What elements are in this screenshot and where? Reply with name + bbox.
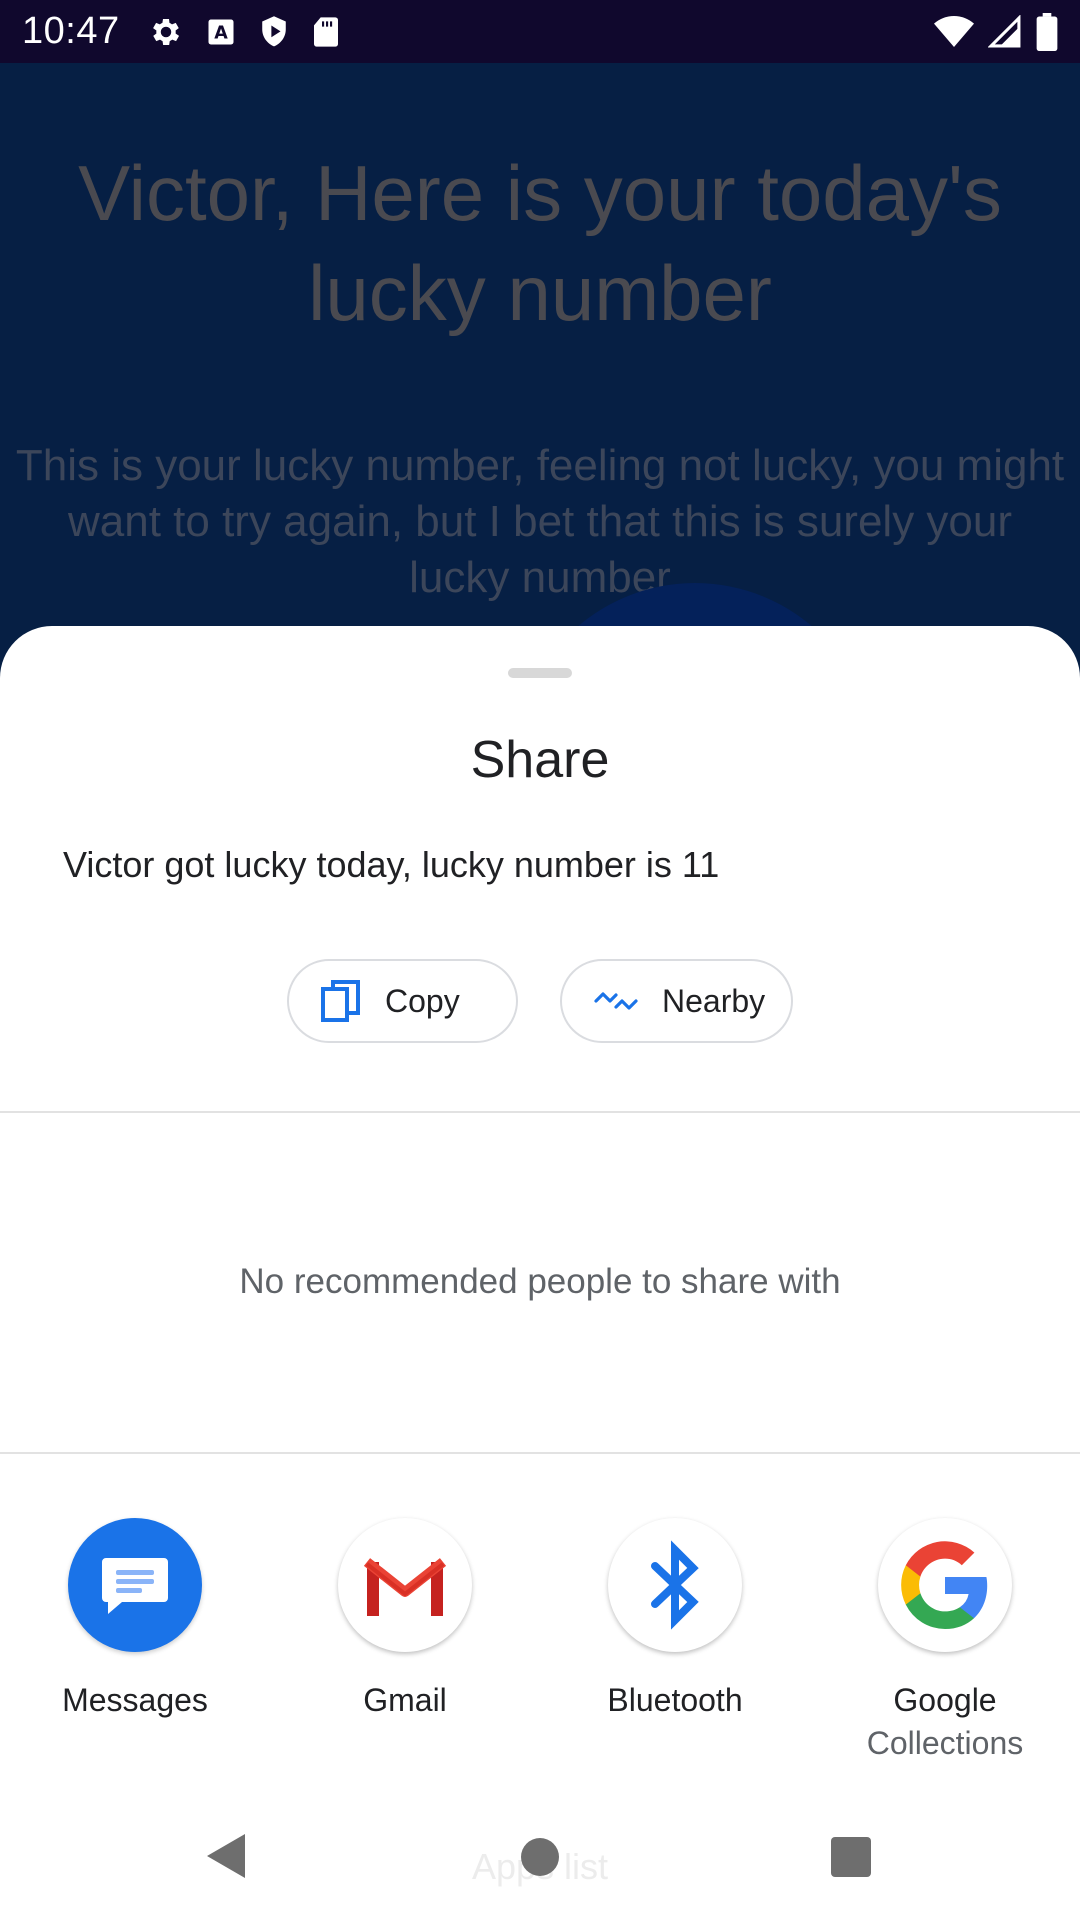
app-target-bluetooth[interactable]: Bluetooth — [540, 1518, 810, 1719]
google-icon — [878, 1518, 1012, 1652]
font-a-icon: A — [208, 19, 234, 44]
screen: 10:47 A Victor, Here is your today's luc… — [0, 0, 1080, 1920]
app-label: Messages — [62, 1682, 208, 1718]
divider — [0, 1111, 1080, 1113]
background-app: Victor, Here is your today's lucky numbe… — [0, 63, 1080, 943]
no-recommendations-text: No recommended people to share with — [239, 1262, 841, 1301]
nearby-button[interactable]: Nearby — [560, 959, 793, 1043]
bluetooth-icon — [608, 1518, 742, 1652]
copy-icon — [321, 980, 360, 1022]
wifi-icon — [934, 15, 974, 47]
gmail-icon — [338, 1518, 472, 1652]
navigation-bar: Apps list — [0, 1790, 1080, 1920]
status-time: 10:47 — [22, 10, 120, 52]
background-body-text: This is your lucky number, feeling not l… — [15, 441, 1065, 602]
home-icon[interactable] — [521, 1838, 559, 1876]
app-label: Google — [893, 1682, 997, 1718]
messages-icon — [68, 1518, 202, 1652]
background-title: Victor, Here is your today's lucky numbe… — [78, 149, 1002, 337]
app-target-messages[interactable]: Messages — [0, 1518, 270, 1719]
nearby-label: Nearby — [662, 982, 766, 1019]
app-sublabel: Collections — [866, 1725, 1024, 1761]
share-sheet: Share Victor got lucky today, lucky numb… — [0, 626, 1080, 1920]
gear-icon — [152, 18, 179, 45]
drag-handle[interactable] — [508, 668, 572, 678]
copy-label: Copy — [385, 982, 460, 1019]
copy-button[interactable]: Copy — [287, 959, 518, 1043]
nearby-icon — [594, 992, 638, 1010]
svg-text:A: A — [214, 23, 228, 43]
shared-text-preview: Victor got lucky today, lucky number is … — [63, 844, 720, 885]
app-label: Gmail — [363, 1682, 447, 1718]
app-label: Bluetooth — [607, 1682, 743, 1718]
shield-play-icon — [261, 15, 286, 46]
battery-icon — [1036, 12, 1058, 51]
status-right-icons — [934, 0, 1058, 63]
back-icon[interactable] — [205, 1832, 247, 1880]
app-target-google-collections[interactable]: Google Collections — [810, 1518, 1080, 1762]
divider — [0, 1452, 1080, 1454]
status-left-icons: A — [148, 14, 340, 50]
status-bar: 10:47 A — [0, 0, 1080, 63]
recents-icon[interactable] — [831, 1837, 871, 1877]
sheet-title: Share — [470, 731, 610, 789]
app-target-gmail[interactable]: Gmail — [270, 1518, 540, 1719]
sd-card-icon — [313, 16, 338, 47]
cell-signal-icon — [988, 14, 1021, 47]
